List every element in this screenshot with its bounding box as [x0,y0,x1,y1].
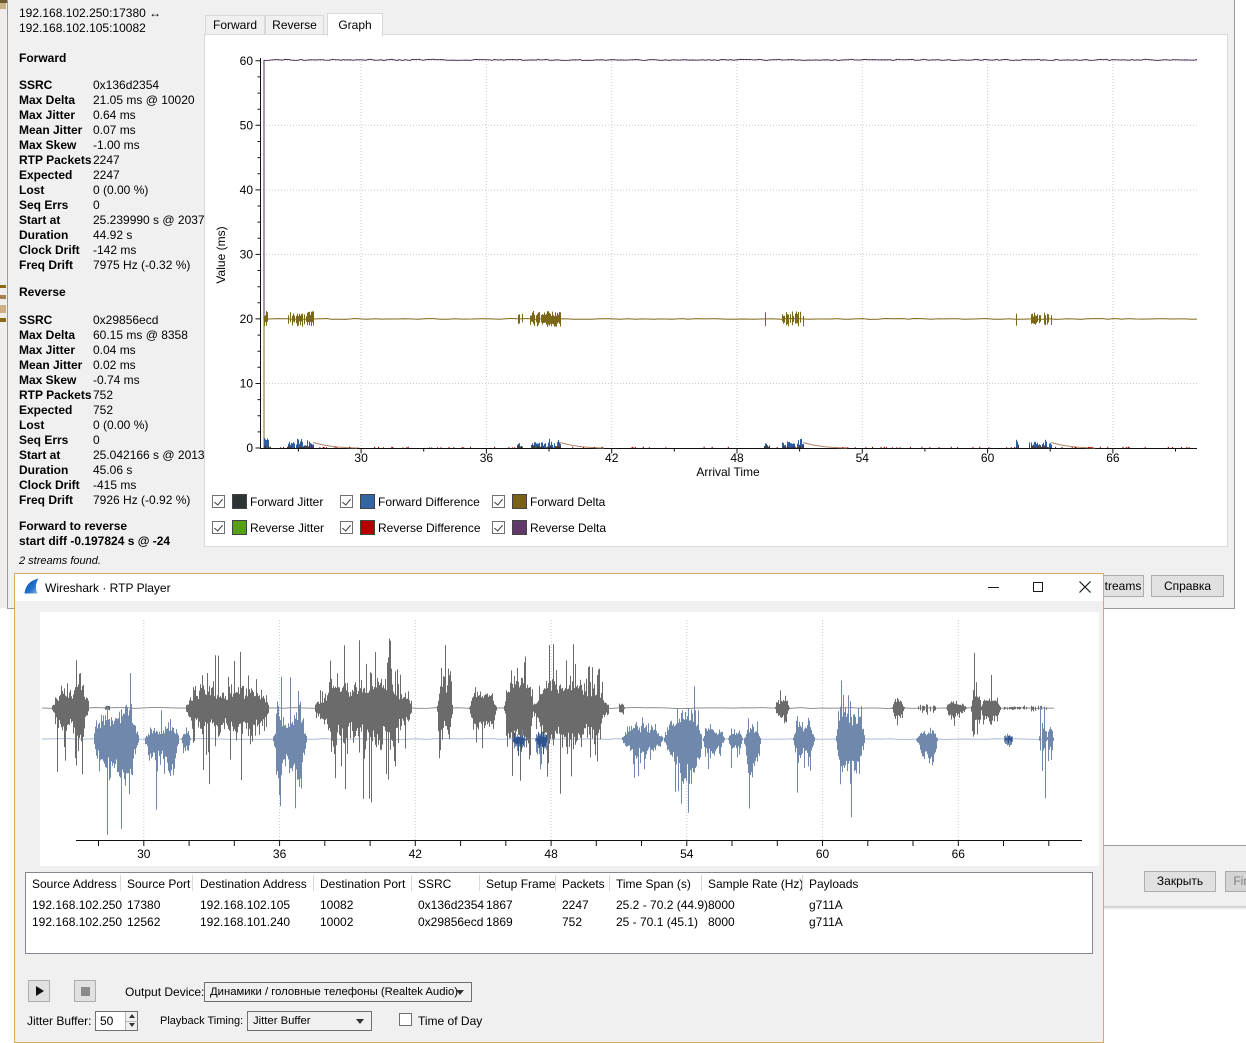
svg-text:10: 10 [240,377,254,391]
svg-text:48: 48 [544,847,558,861]
svg-text:50: 50 [240,118,254,132]
svg-text:42: 42 [409,847,423,861]
svg-text:54: 54 [680,847,694,861]
svg-text:60: 60 [240,54,254,68]
svg-text:42: 42 [605,451,619,465]
svg-text:60: 60 [981,451,995,465]
svg-text:36: 36 [273,847,287,861]
svg-text:66: 66 [1106,451,1120,465]
svg-text:20: 20 [240,312,254,326]
svg-text:30: 30 [240,247,254,261]
svg-text:Arrival Time: Arrival Time [696,465,760,479]
svg-text:40: 40 [240,183,254,197]
svg-text:30: 30 [354,451,368,465]
svg-text:30: 30 [137,847,151,861]
svg-text:66: 66 [952,847,966,861]
svg-text:54: 54 [856,451,870,465]
svg-text:0: 0 [246,441,253,455]
svg-text:36: 36 [480,451,494,465]
svg-text:Value (ms): Value (ms) [214,226,228,283]
svg-text:60: 60 [816,847,830,861]
svg-text:48: 48 [730,451,744,465]
